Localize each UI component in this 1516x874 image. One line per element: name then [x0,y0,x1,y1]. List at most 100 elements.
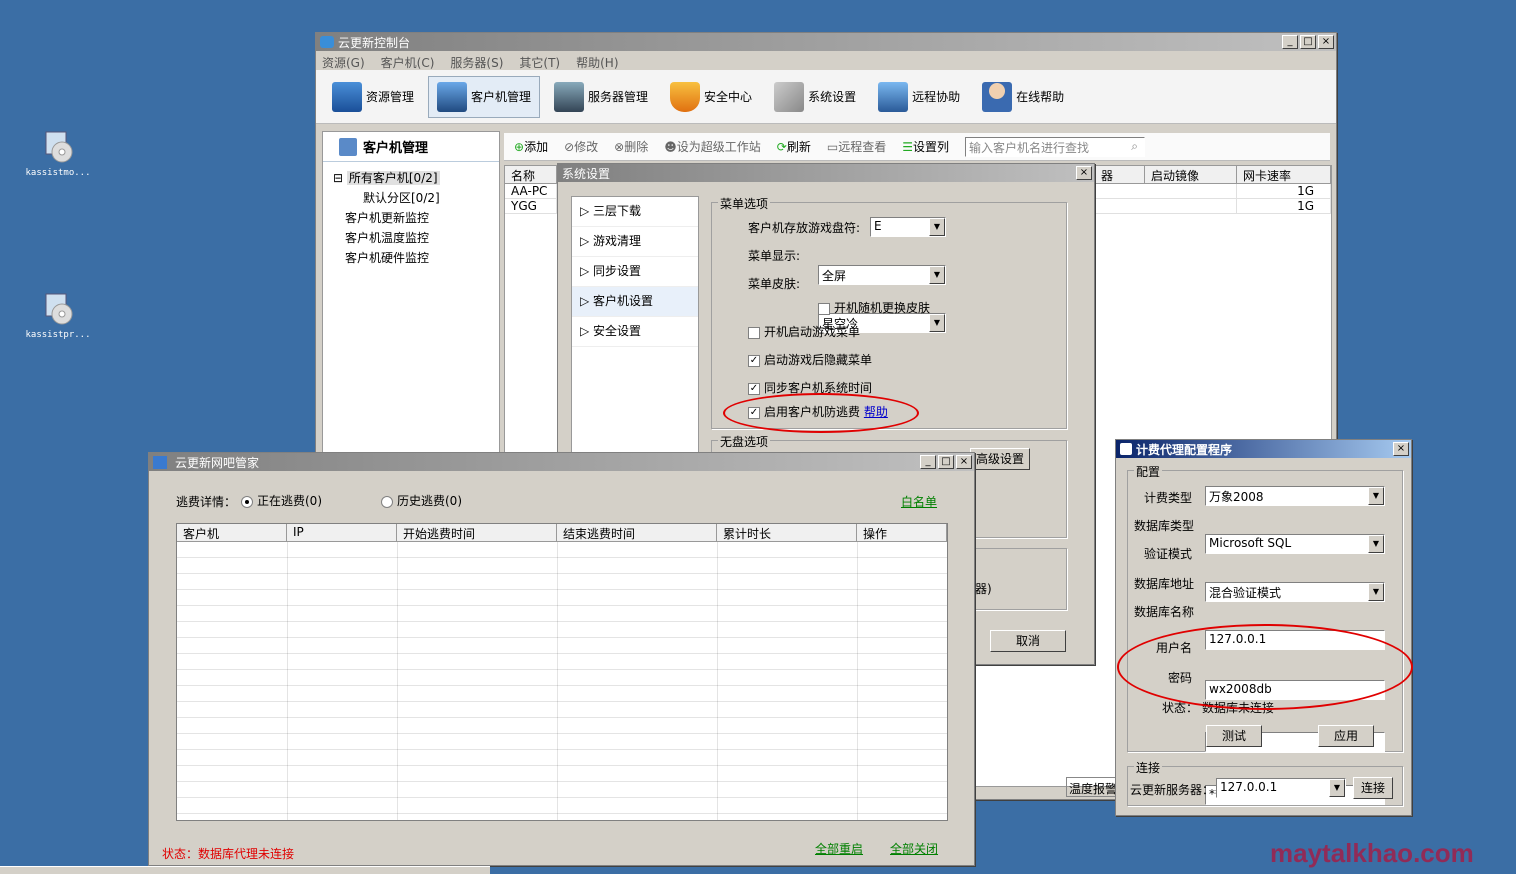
checkbox-box[interactable] [818,302,830,315]
whitelist-link[interactable]: 白名单 [901,493,937,510]
chevron-down-icon[interactable]: ▼ [1329,779,1345,797]
chevron-down-icon[interactable]: ▼ [929,218,945,236]
tool-settings[interactable]: 系统设置 [766,76,864,118]
connect-button[interactable]: 连接 [1353,777,1393,799]
user-icon: ☻ [664,140,677,154]
action-label: 刷新 [786,140,811,154]
tree-item-default[interactable]: 默认分区[0/2] [333,188,499,208]
installer-icon [42,292,74,326]
tool-resources[interactable]: 资源管理 [324,76,422,118]
hide-menu-checkbox[interactable]: ✓ 启动游戏后隐藏菜单 [748,351,872,368]
minimize-button[interactable]: _ [1282,35,1298,49]
restart-all-link[interactable]: 全部重启 [815,840,863,857]
tool-security[interactable]: 安全中心 [662,76,760,118]
server-select[interactable]: 127.0.0.1 ▼ [1216,778,1346,798]
tool-remote[interactable]: 远程协助 [870,76,968,118]
nav-three-layer-download[interactable]: ▷ 三层下载 [572,197,698,227]
checkbox-box[interactable] [748,326,760,339]
current-escape-radio[interactable]: 正在逃费(0) [241,492,322,509]
col-duration[interactable]: 累计时长 [717,524,857,541]
delete-button[interactable]: ⊗删除 [614,138,648,155]
maximize-button[interactable]: □ [938,455,954,469]
nav-sync-settings[interactable]: ▷ 同步设置 [572,257,698,287]
remote-view-button[interactable]: ▭远程查看 [827,138,886,155]
edit-button[interactable]: ⊘修改 [564,138,598,155]
add-button[interactable]: ⊕添加 [514,138,548,155]
drive-select[interactable]: E ▼ [870,217,946,237]
col-ip[interactable]: IP [287,524,397,541]
shield-icon [670,81,701,112]
display-select[interactable]: 全屏 ▼ [818,265,946,285]
settings-titlebar[interactable]: 系统设置 × [558,164,1094,182]
chevron-down-icon[interactable]: ▼ [1368,487,1384,505]
tool-online-help[interactable]: 在线帮助 [974,76,1072,118]
menu-resources[interactable]: 资源(G) [322,54,365,70]
billing-titlebar[interactable]: 计费代理配置程序 × [1116,440,1411,458]
col-boot-image[interactable]: 启动镜像 [1145,166,1237,183]
col-nic-speed[interactable]: 网卡速率 [1237,166,1331,183]
auth-mode-select[interactable]: 混合验证模式 ▼ [1205,582,1385,602]
refresh-button[interactable]: ⟳刷新 [777,138,811,155]
menu-servers[interactable]: 服务器(S) [450,54,503,70]
cancel-button[interactable]: 取消 [990,630,1066,652]
tree-item-temp-monitor[interactable]: 客户机温度监控 [333,228,499,248]
sidebar-title: 客户机管理 [363,141,429,156]
gear-icon [1120,443,1132,455]
check-icon[interactable]: ✓ [748,354,760,367]
set-columns-button[interactable]: ☰设置列 [902,138,949,155]
nav-client-settings[interactable]: ▷ 客户机设置 [572,287,698,317]
history-escape-radio[interactable]: 历史逃费(0) [381,492,462,509]
tool-servers[interactable]: 服务器管理 [546,76,656,118]
menu-other[interactable]: 其它(T) [519,54,560,70]
random-skin-checkbox[interactable]: 开机随机更换皮肤 [818,299,930,316]
menu-help[interactable]: 帮助(H) [576,54,618,70]
advanced-settings-button[interactable]: 高级设置 [970,448,1030,470]
manager-titlebar[interactable]: 云更新网吧管家 _ □ × [149,453,974,471]
col-name[interactable]: 名称 [505,166,557,183]
close-button[interactable]: × [1318,35,1334,49]
nav-game-cleanup[interactable]: ▷ 游戏清理 [572,227,698,257]
close-all-link[interactable]: 全部关闭 [890,840,938,857]
col-client[interactable]: 客户机 [177,524,287,541]
close-button[interactable]: × [1076,166,1092,180]
boot-menu-checkbox[interactable]: 开机启动游戏菜单 [748,323,860,340]
chevron-down-icon[interactable]: ▼ [929,266,945,284]
db-type-select[interactable]: Microsoft SQL ▼ [1205,534,1385,554]
tool-clients[interactable]: 客户机管理 [428,75,541,118]
console-menubar: 资源(G) 客户机(C) 服务器(S) 其它(T) 帮助(H) [316,51,1336,70]
super-workstation-button[interactable]: ☻设为超级工作站 [664,138,761,155]
refresh-icon: ⟳ [776,140,787,154]
client-search-input[interactable]: 输入客户机名进行查找 ⌕ [964,136,1145,157]
radio-button[interactable] [381,495,393,508]
menu-clients[interactable]: 客户机(C) [381,54,435,70]
col-server-partial[interactable]: 器 [1095,166,1145,183]
radio-button[interactable] [241,495,253,508]
status-text: 状态：数据库代理未连接 [162,847,295,861]
nav-security-settings[interactable]: ▷ 安全设置 [572,317,698,347]
close-button[interactable]: × [956,455,972,469]
close-button[interactable]: × [1393,442,1409,456]
console-titlebar[interactable]: 云更新控制台 _ □ × [316,33,1336,51]
apply-button[interactable]: 应用 [1318,725,1374,747]
col-operation[interactable]: 操作 [857,524,947,541]
minimize-button[interactable]: _ [920,455,936,469]
server-icon [554,81,585,112]
chevron-down-icon[interactable]: ▼ [929,314,945,332]
desktop-icon-kassistmo[interactable]: kassistmo... [18,130,98,178]
tree-item-all[interactable]: ⊟ 所有客户机[0/2] [333,168,499,188]
tree-item-hardware-monitor[interactable]: 客户机硬件监控 [333,248,499,268]
chevron-down-icon[interactable]: ▼ [1368,535,1384,553]
billing-type-select[interactable]: 万象2008 ▼ [1205,486,1385,506]
group-label: 菜单选项 [718,195,771,212]
nav-label: 三层下载 [593,204,642,218]
col-start-time[interactable]: 开始逃费时间 [397,524,557,541]
test-button[interactable]: 测试 [1206,725,1262,747]
col-end-time[interactable]: 结束逃费时间 [557,524,717,541]
desktop-icon-kassistpr[interactable]: kassistpr... [18,292,98,340]
maximize-button[interactable]: □ [1300,35,1316,49]
check-icon[interactable]: ✓ [748,382,760,395]
tree-item-update-monitor[interactable]: 客户机更新监控 [333,208,499,228]
chevron-down-icon[interactable]: ▼ [1368,583,1384,601]
select-value: Microsoft SQL [1209,536,1292,550]
search-icon[interactable]: ⌕ [1131,139,1138,154]
